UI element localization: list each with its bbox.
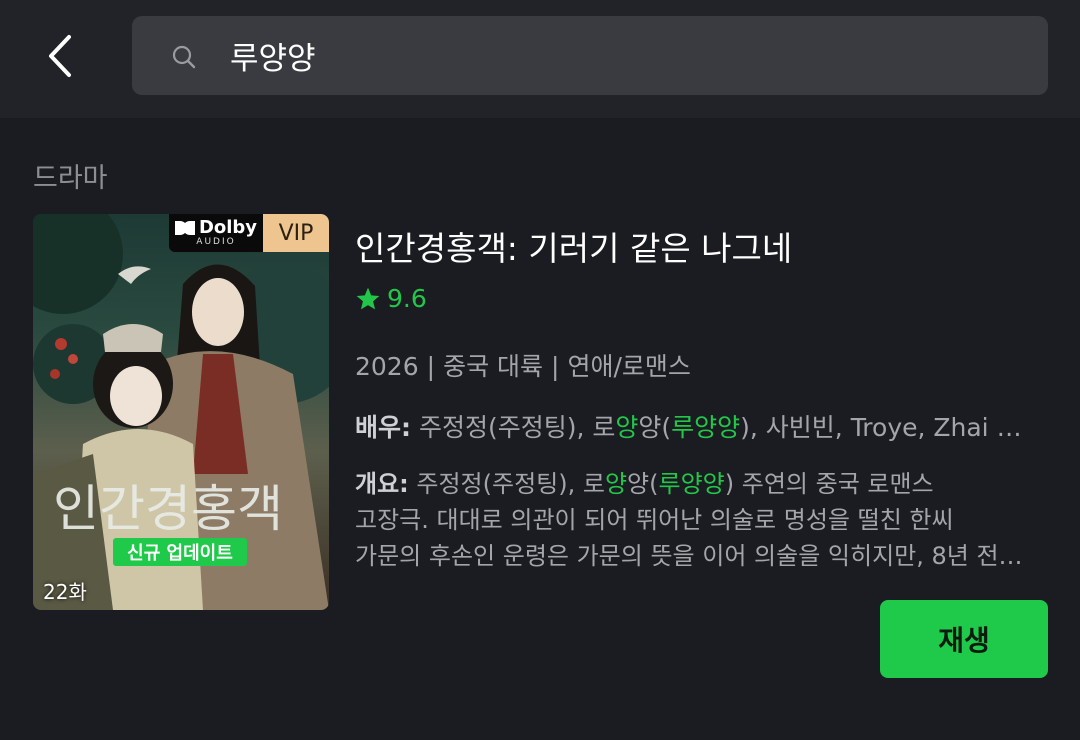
section-title: 드라마 xyxy=(33,163,108,194)
cast-text: ), 사빈빈, Troye, Zhai … xyxy=(740,413,1022,442)
new-update-badge: 신규 업데이트 xyxy=(113,538,247,566)
synopsis-line-1: 개요: 주정정(주정팅), 로양양(루양양) 주연의 중국 로맨스 xyxy=(355,466,1045,502)
synopsis-text: ) 주연의 중국 로맨스 xyxy=(724,470,934,498)
dolby-audio-badge: Dolby AUDIO xyxy=(169,214,263,252)
synopsis-label: 개요: xyxy=(355,470,409,498)
dolby-logo-icon xyxy=(174,220,195,235)
search-bar[interactable] xyxy=(132,16,1048,95)
drama-meta: 2026 | 중국 대륙 | 연애/로맨스 xyxy=(355,347,691,383)
meta-genre: 연애/로맨스 xyxy=(567,352,691,381)
dolby-brand-text: Dolby xyxy=(198,216,258,238)
synopsis-line-3: 가문의 후손인 운령은 가문의 뜻을 이어 의술을 익히지만, 8년 전… xyxy=(355,542,1023,570)
back-button[interactable] xyxy=(30,24,90,88)
chevron-left-icon xyxy=(49,35,71,77)
rating-value: 9.6 xyxy=(387,284,427,313)
drama-title[interactable]: 인간경홍객: 기러기 같은 나그네 xyxy=(355,222,792,270)
synopsis-line-2: 고장극. 대대로 의관이 되어 뛰어난 의술로 명성을 떨친 한씨 xyxy=(355,506,954,534)
synopsis-highlight: 루양양 xyxy=(658,470,725,498)
vip-badge: VIP xyxy=(263,214,329,252)
rating: 9.6 xyxy=(355,284,427,313)
synopsis-text: 주정정(주정팅), 로 xyxy=(408,470,605,498)
cast-highlight: 양 xyxy=(615,413,639,442)
cast-text: 주정정(주정팅), 로 xyxy=(411,413,616,442)
cast-highlight: 루양양 xyxy=(671,413,741,442)
meta-year: 2026 xyxy=(355,352,419,381)
top-bar xyxy=(0,0,1080,118)
star-icon xyxy=(356,287,380,309)
synopsis-highlight: 양 xyxy=(604,470,628,498)
cast-text: 양( xyxy=(638,413,672,442)
synopsis-text: 양( xyxy=(627,470,659,498)
cast-label: 배우: xyxy=(355,413,411,442)
drama-poster[interactable]: 인간경홍객 Dolby AUDIO VIP 신규 업데이트 22화 xyxy=(33,214,329,610)
svg-text:인간경홍객: 인간경홍객 xyxy=(53,480,283,538)
meta-separator: | xyxy=(426,352,436,381)
meta-separator: | xyxy=(551,352,560,381)
dolby-sub-text: AUDIO xyxy=(196,236,236,247)
synopsis: 개요: 주정정(주정팅), 로양양(루양양) 주연의 중국 로맨스 고장극. 대… xyxy=(355,466,1045,574)
play-button[interactable]: 재생 xyxy=(880,600,1048,678)
episode-count: 22화 xyxy=(43,580,87,604)
search-icon xyxy=(172,45,196,69)
search-input[interactable] xyxy=(230,16,1010,95)
cast-line: 배우: 주정정(주정팅), 로양양(루양양), 사빈빈, Troye, Zhai… xyxy=(355,408,1045,444)
meta-region: 중국 대륙 xyxy=(443,352,544,381)
